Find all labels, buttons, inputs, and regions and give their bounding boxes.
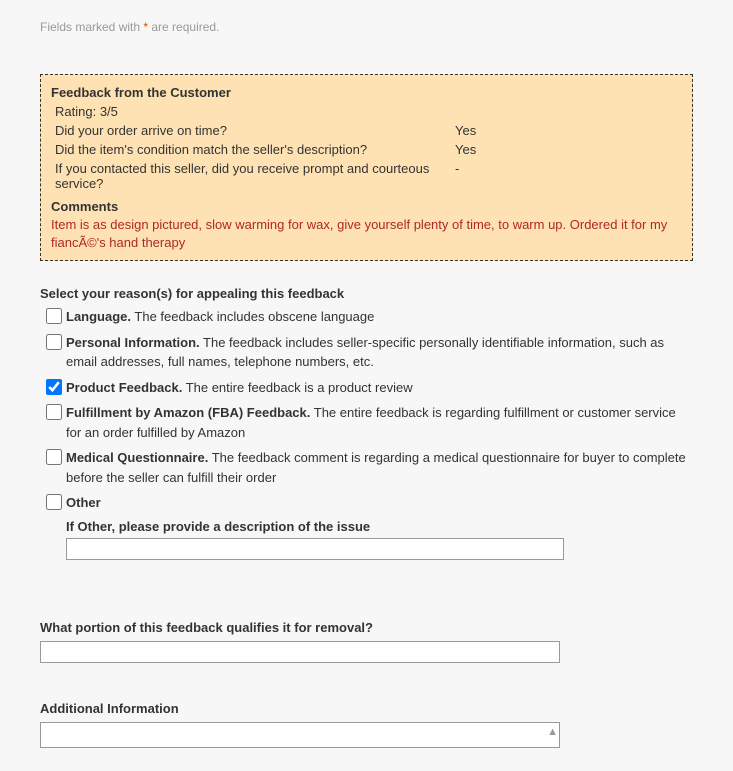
qa-answer: Yes <box>455 142 476 157</box>
reason-text: Other <box>66 493 693 513</box>
reason-text: Medical Questionnaire. The feedback comm… <box>66 448 693 487</box>
required-prefix: Fields marked with <box>40 20 143 34</box>
additional-info-label: Additional Information <box>40 701 693 716</box>
additional-textarea-wrap: ▲ <box>40 722 560 751</box>
portion-label: What portion of this feedback qualifies … <box>40 620 693 635</box>
reason-checkbox-other[interactable] <box>46 494 62 510</box>
qa-row: Did your order arrive on time? Yes <box>55 123 682 138</box>
reason-text: Personal Information. The feedback inclu… <box>66 333 693 372</box>
reason-checkbox-personal-info[interactable] <box>46 334 62 350</box>
reason-lead: Fulfillment by Amazon (FBA) Feedback. <box>66 405 310 420</box>
qa-answer: Yes <box>455 123 476 138</box>
additional-info-textarea[interactable] <box>40 722 560 748</box>
reason-lead: Other <box>66 495 101 510</box>
reason-option-fba-feedback: Fulfillment by Amazon (FBA) Feedback. Th… <box>46 403 693 442</box>
reason-option-medical: Medical Questionnaire. The feedback comm… <box>46 448 693 487</box>
qa-question: Did your order arrive on time? <box>55 123 455 138</box>
qa-question: If you contacted this seller, did you re… <box>55 161 455 191</box>
qa-question: Did the item's condition match the selle… <box>55 142 455 157</box>
reason-lead: Language. <box>66 309 131 324</box>
feedback-appeal-form: Fields marked with * are required. Feedb… <box>0 0 733 771</box>
reason-lead: Personal Information. <box>66 335 200 350</box>
reason-checkbox-fba-feedback[interactable] <box>46 404 62 420</box>
reason-desc: The entire feedback is a product review <box>182 380 412 395</box>
feedback-heading: Feedback from the Customer <box>51 85 682 100</box>
reason-text: Fulfillment by Amazon (FBA) Feedback. Th… <box>66 403 693 442</box>
required-fields-note: Fields marked with * are required. <box>40 20 693 34</box>
other-description-input[interactable] <box>66 538 564 560</box>
reason-lead: Product Feedback. <box>66 380 182 395</box>
reason-checkbox-medical[interactable] <box>46 449 62 465</box>
reason-lead: Medical Questionnaire. <box>66 450 208 465</box>
qa-answer: - <box>455 161 459 191</box>
comments-body: Item is as design pictured, slow warming… <box>51 216 682 252</box>
reasons-title: Select your reason(s) for appealing this… <box>40 286 693 301</box>
rating-value: 3/5 <box>100 104 118 119</box>
other-input-wrap <box>66 538 693 560</box>
reason-text: Language. The feedback includes obscene … <box>66 307 693 327</box>
qa-row: Did the item's condition match the selle… <box>55 142 682 157</box>
reason-checkbox-language[interactable] <box>46 308 62 324</box>
reason-option-personal-info: Personal Information. The feedback inclu… <box>46 333 693 372</box>
comments-heading: Comments <box>51 199 682 214</box>
customer-feedback-box: Feedback from the Customer Rating: 3/5 D… <box>40 74 693 261</box>
reason-option-language: Language. The feedback includes obscene … <box>46 307 693 327</box>
reason-desc: The feedback includes obscene language <box>131 309 374 324</box>
portion-input[interactable] <box>40 641 560 663</box>
reason-checkbox-product-feedback[interactable] <box>46 379 62 395</box>
reason-option-other: Other <box>46 493 693 513</box>
other-description-label: If Other, please provide a description o… <box>66 519 693 534</box>
reason-option-product-feedback: Product Feedback. The entire feedback is… <box>46 378 693 398</box>
feedback-rating: Rating: 3/5 <box>55 104 682 119</box>
qa-row: If you contacted this seller, did you re… <box>55 161 682 191</box>
reason-text: Product Feedback. The entire feedback is… <box>66 378 693 398</box>
required-suffix: are required. <box>148 20 219 34</box>
rating-label: Rating: <box>55 104 100 119</box>
